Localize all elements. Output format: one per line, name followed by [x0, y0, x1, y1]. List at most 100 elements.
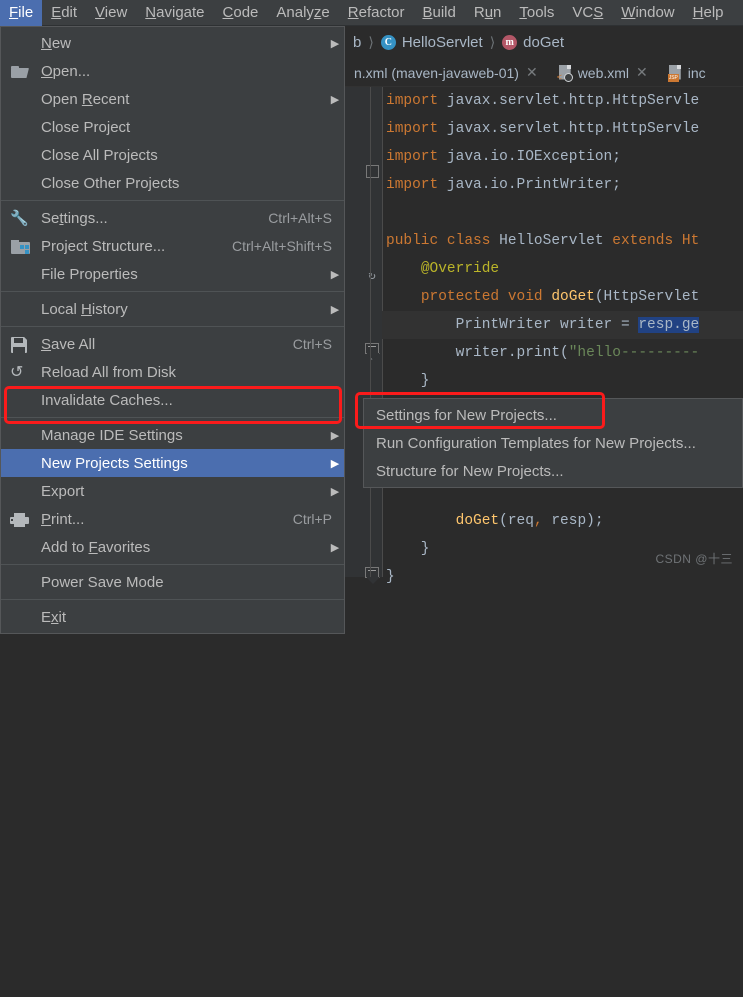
submenu-arrow-icon: ▶ — [330, 93, 340, 106]
breadcrumb-item-package[interactable]: b — [353, 34, 361, 51]
submenu-arrow-icon: ▶ — [330, 457, 340, 470]
menubar-item-refactor[interactable]: Refactor — [339, 0, 414, 26]
menu-separator — [1, 326, 344, 327]
menu-item-power-save-mode[interactable]: Power Save Mode — [1, 568, 344, 596]
menu-item-new[interactable]: New ▶ — [1, 29, 344, 57]
save-icon — [11, 337, 27, 353]
tab-label: n.xml (maven-javaweb-01) — [354, 64, 519, 81]
menu-separator — [1, 417, 344, 418]
menu-item-open[interactable]: Open... — [1, 57, 344, 85]
menubar-item-help[interactable]: Help — [684, 0, 733, 26]
code-editor[interactable]: ↻ ⚬ import javax.servlet.http.HttpServle… — [345, 87, 743, 585]
menu-item-label: Close All Projects — [41, 146, 158, 164]
submenu-item-run-configuration-templates[interactable]: Run Configuration Templates for New Proj… — [364, 429, 742, 457]
editor-tab-web-xml[interactable]: < web.xml ✕ — [555, 59, 651, 86]
menu-item-close-other-projects[interactable]: Close Other Projects — [1, 169, 344, 197]
submenu-arrow-icon: ▶ — [330, 37, 340, 50]
menu-item-label: Manage IDE Settings — [41, 426, 183, 444]
close-icon[interactable]: ✕ — [526, 64, 538, 81]
fold-marker-imports[interactable] — [366, 165, 379, 178]
menubar-item-edit[interactable]: Edit — [42, 0, 86, 26]
chevron-right-icon: ⟩ — [489, 34, 496, 50]
menubar-item-navigate[interactable]: Navigate — [136, 0, 213, 26]
menu-item-local-history[interactable]: Local History ▶ — [1, 295, 344, 323]
menu-item-project-structure[interactable]: Project Structure... Ctrl+Alt+Shift+S — [1, 232, 344, 260]
reload-icon: ↺ — [10, 364, 24, 381]
menubar-item-run[interactable]: Run — [465, 0, 511, 26]
submenu-item-structure-for-new-projects[interactable]: Structure for New Projects... — [364, 457, 742, 485]
menubar-item-file[interactable]: File — [0, 0, 43, 26]
menu-item-save-all[interactable]: Save All Ctrl+S — [1, 330, 344, 358]
no-icon — [1, 449, 41, 477]
menubar-item-build[interactable]: Build — [413, 0, 464, 26]
menu-separator — [1, 564, 344, 565]
menu-item-file-properties[interactable]: File Properties ▶ — [1, 260, 344, 288]
menu-item-manage-ide-settings[interactable]: Manage IDE Settings ▶ — [1, 421, 344, 449]
menu-item-open-recent[interactable]: Open Recent ▶ — [1, 85, 344, 113]
breadcrumb: b ⟩ C HelloServlet ⟩ m doGet — [345, 26, 743, 59]
menu-item-label: Project Structure... — [41, 237, 166, 255]
submenu-arrow-icon: ▶ — [330, 303, 340, 316]
close-icon[interactable]: ✕ — [636, 64, 648, 81]
folder-open-icon — [11, 66, 29, 78]
menu-item-label: File Properties — [41, 265, 138, 283]
new-projects-settings-submenu: Settings for New Projects... Run Configu… — [363, 398, 743, 488]
method-icon: m — [502, 35, 518, 50]
submenu-arrow-icon: ▶ — [330, 268, 340, 281]
breadcrumb-item-class[interactable]: HelloServlet — [402, 34, 483, 51]
menu-item-label: Print... — [41, 510, 85, 528]
menu-item-label: Exit — [41, 608, 67, 626]
menubar-item-code[interactable]: Code — [214, 0, 268, 26]
no-icon — [1, 533, 41, 561]
menu-item-print[interactable]: Print... Ctrl+P — [1, 505, 344, 533]
class-marker-icon[interactable]: ↻ — [365, 269, 379, 283]
code-lines-lower[interactable]: doGet(req, resp); } } — [382, 507, 743, 997]
menu-item-invalidate-caches[interactable]: Invalidate Caches... — [1, 386, 344, 414]
code-line: } — [386, 569, 395, 585]
menu-item-export[interactable]: Export ▶ — [1, 477, 344, 505]
menu-item-add-to-favorites[interactable]: Add to Favorites ▶ — [1, 533, 344, 561]
menu-item-label: New Projects Settings — [41, 454, 188, 472]
editor-gutter[interactable]: ↻ ⚬ — [345, 87, 383, 584]
menu-separator — [1, 291, 344, 292]
menu-item-settings[interactable]: 🔧 Settings... Ctrl+Alt+S — [1, 204, 344, 232]
menu-item-reload-all-from-disk[interactable]: ↺ Reload All from Disk — [1, 358, 344, 386]
menubar-item-window[interactable]: Window — [612, 0, 683, 26]
menubar-item-view[interactable]: View — [86, 0, 136, 26]
menu-item-close-all-projects[interactable]: Close All Projects — [1, 141, 344, 169]
fold-marker-dogetmethod[interactable] — [365, 343, 380, 361]
submenu-arrow-icon: ▶ — [330, 541, 340, 554]
code-line: import java.io.IOException; — [386, 149, 621, 165]
menu-item-accelerator: Ctrl+S — [292, 336, 332, 352]
breadcrumb-item-method[interactable]: doGet — [523, 34, 564, 51]
menu-bar: File Edit View Navigate Code Analyze Ref… — [0, 0, 743, 26]
class-icon: C — [380, 35, 396, 50]
menubar-item-vcs[interactable]: VCS — [563, 0, 612, 26]
editor-tab-bar: n.xml (maven-javaweb-01) ✕ < web.xml ✕ J… — [345, 59, 743, 87]
no-icon — [1, 260, 41, 288]
menubar-item-tools[interactable]: Tools — [510, 0, 563, 26]
code-line: import java.io.PrintWriter; — [386, 177, 621, 193]
menu-item-close-project[interactable]: Close Project — [1, 113, 344, 141]
print-icon — [10, 513, 29, 527]
code-line: writer.print("hello--------- — [386, 345, 700, 361]
fold-marker-dopostmethod[interactable] — [365, 567, 380, 585]
code-lines[interactable]: import javax.servlet.http.HttpServle imp… — [382, 87, 743, 577]
menu-item-label: Open Recent — [41, 90, 130, 108]
menu-item-accelerator: Ctrl+P — [292, 511, 332, 527]
menu-item-label: Save All — [41, 335, 96, 353]
no-icon — [1, 85, 41, 113]
menu-item-new-projects-settings[interactable]: New Projects Settings ▶ — [1, 449, 344, 477]
submenu-item-settings-for-new-projects[interactable]: Settings for New Projects... — [364, 401, 742, 429]
submenu-arrow-icon: ▶ — [330, 429, 340, 442]
no-icon — [1, 421, 41, 449]
file-dropdown-menu: New ▶ Open... Open Recent ▶ Close Projec… — [0, 26, 345, 634]
menu-item-exit[interactable]: Exit — [1, 603, 344, 631]
tab-label: web.xml — [577, 64, 630, 81]
menubar-item-analyze[interactable]: Analyze — [267, 0, 338, 26]
xml-file-icon: < — [557, 64, 573, 82]
idea-window: File Edit View Navigate Code Analyze Ref… — [0, 0, 743, 634]
tab-label: inc — [687, 64, 706, 81]
editor-tab-pom-xml[interactable]: n.xml (maven-javaweb-01) ✕ — [351, 59, 541, 86]
editor-tab-index-jsp[interactable]: JSP inc — [665, 59, 709, 86]
